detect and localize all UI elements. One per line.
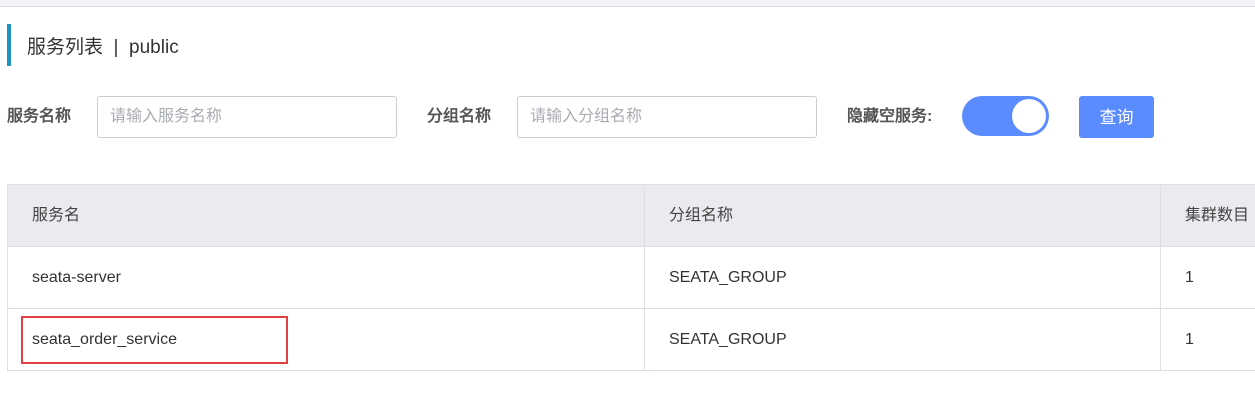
column-header-service-name[interactable]: 服务名	[8, 185, 645, 246]
group-name-cell: SEATA_GROUP	[645, 247, 1161, 308]
search-button[interactable]: 查询	[1079, 96, 1154, 138]
highlight-annotation-box	[21, 316, 288, 364]
column-header-group-name[interactable]: 分组名称	[645, 185, 1161, 246]
service-name-input[interactable]	[97, 96, 397, 138]
group-name-input[interactable]	[517, 96, 817, 138]
column-header-cluster-count[interactable]: 集群数目	[1161, 185, 1255, 246]
cluster-count-cell: 1	[1185, 269, 1194, 286]
service-name-cell[interactable]: seata-server	[8, 247, 645, 308]
table-header-row: 服务名 分组名称 集群数目	[8, 185, 1255, 247]
cluster-count-cell: 1	[1185, 331, 1194, 348]
hide-empty-services-toggle[interactable]	[962, 96, 1049, 136]
filter-bar: 服务名称 分组名称 隐藏空服务: 查询	[0, 96, 1255, 138]
page-header: 服务列表 | public	[7, 24, 179, 66]
group-name-cell: SEATA_GROUP	[645, 309, 1161, 370]
table-row[interactable]: seata-server SEATA_GROUP 1	[8, 247, 1255, 309]
service-name-label: 服务名称	[7, 108, 72, 125]
group-name-label: 分组名称	[427, 108, 492, 125]
page-title: 服务列表 | public	[27, 36, 179, 58]
hide-empty-services-label: 隐藏空服务:	[847, 108, 933, 125]
top-strip	[0, 0, 1255, 7]
title-accent-bar	[7, 24, 11, 66]
toggle-knob	[1012, 99, 1046, 133]
